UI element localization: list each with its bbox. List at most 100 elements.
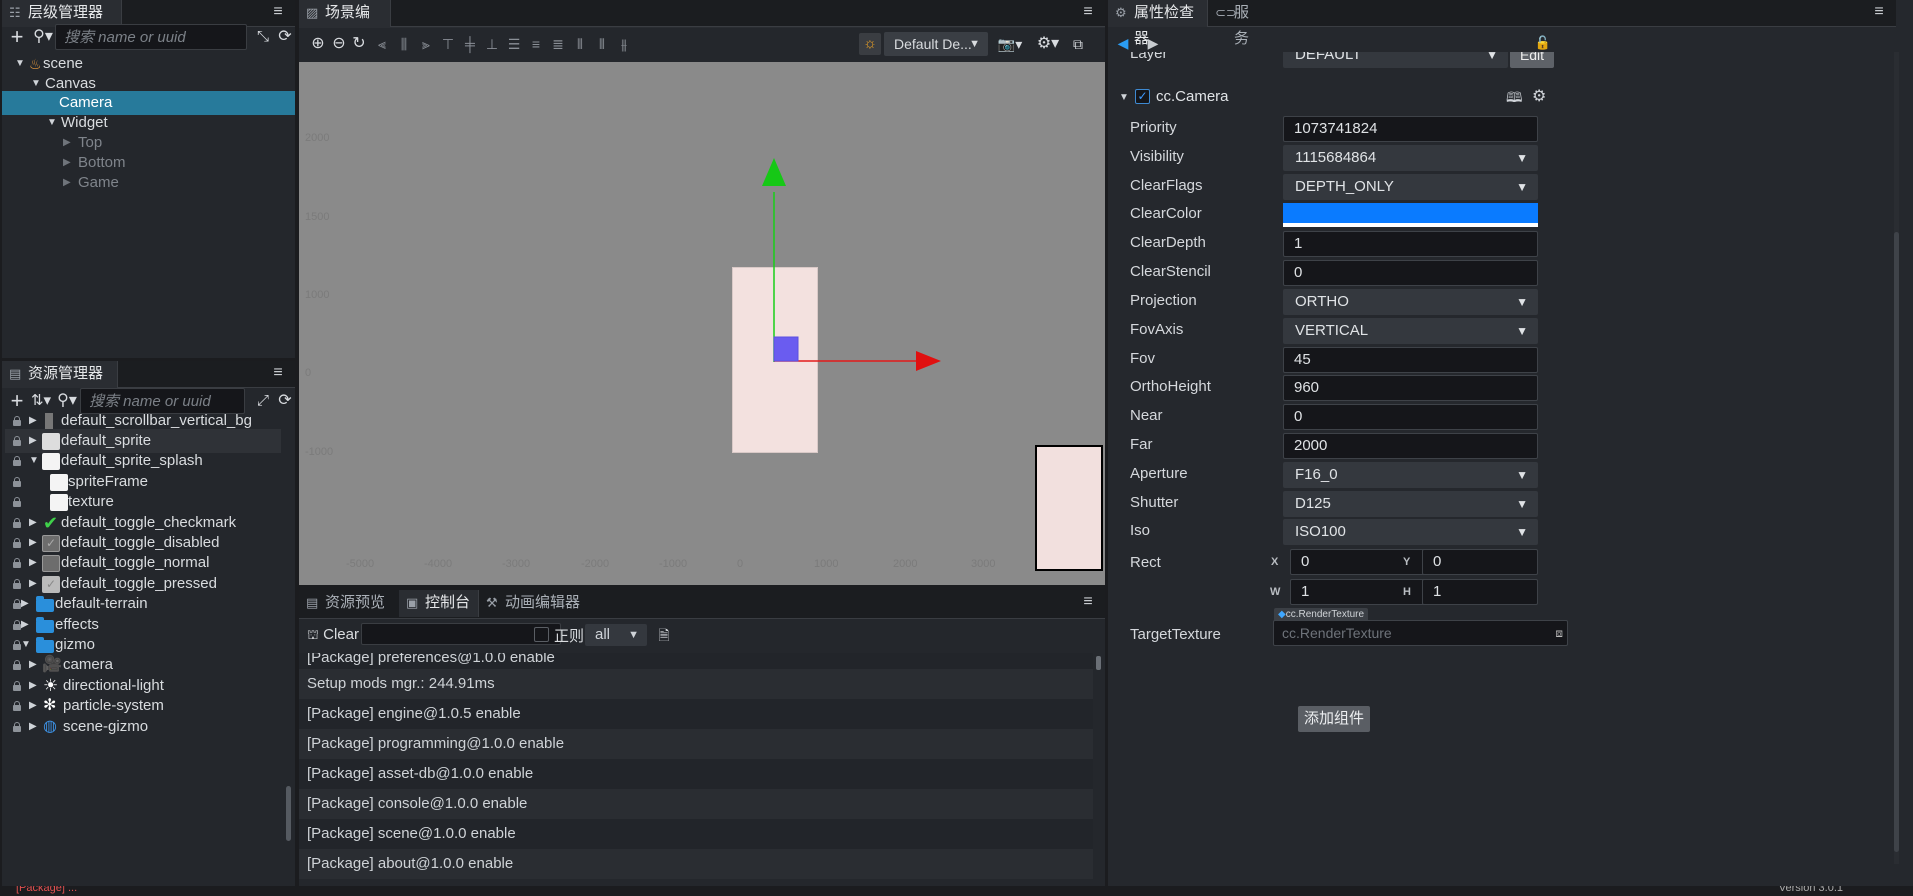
collapsed-arrow-icon[interactable]: ▶: [29, 436, 39, 446]
panel-menu-icon[interactable]: ≡: [1870, 3, 1888, 21]
expand-arrow-icon[interactable]: ▼: [31, 79, 41, 89]
collapsed-arrow-icon[interactable]: ▶: [29, 579, 39, 589]
sort-icon[interactable]: ⇅▾: [30, 390, 52, 412]
align-top-icon[interactable]: ⊤: [437, 33, 459, 55]
clearflags-select[interactable]: DEPTH_ONLY ▼: [1283, 174, 1538, 200]
align-left-icon[interactable]: ⫷: [371, 33, 393, 55]
tab-console[interactable]: ▣ 控制台: [399, 590, 479, 617]
clearcolor-swatch[interactable]: [1283, 203, 1538, 227]
expand-arrow-icon[interactable]: ▼: [29, 456, 39, 466]
target-texture-field[interactable]: cc.RenderTexture ⧈: [1273, 620, 1568, 646]
snap-icon[interactable]: ⧉: [1067, 33, 1089, 55]
align-bottom-icon[interactable]: ⊥: [481, 33, 503, 55]
lock-inspector-icon[interactable]: 🔓: [1532, 32, 1554, 54]
tab-services[interactable]: ⊂⊃ 服务: [1208, 0, 1270, 47]
distribute-left-icon[interactable]: ⦀: [569, 33, 591, 55]
collapse-all-icon[interactable]: ⤡: [252, 26, 274, 48]
add-asset-button[interactable]: +: [6, 390, 28, 412]
regex-checkbox[interactable]: [534, 627, 549, 642]
distribute-bottom-icon[interactable]: ≣: [547, 33, 569, 55]
panel-menu-icon[interactable]: ≡: [269, 364, 287, 382]
camera-settings-icon[interactable]: 📷▾: [996, 33, 1024, 55]
log-level-select[interactable]: all ▼: [585, 624, 647, 646]
cleardepth-input[interactable]: 1: [1283, 231, 1538, 257]
collapsed-arrow-icon[interactable]: ▶: [21, 620, 31, 630]
clearstencil-input[interactable]: 0: [1283, 260, 1538, 286]
collapsed-arrow-icon[interactable]: ▶: [63, 178, 73, 188]
component-settings-icon[interactable]: ⚙: [1532, 86, 1546, 106]
light-toggle-icon[interactable]: ☼: [859, 33, 881, 55]
collapsed-arrow-icon[interactable]: ▶: [29, 722, 39, 732]
forward-arrow-icon[interactable]: ▶: [1142, 32, 1164, 54]
near-input[interactable]: 0: [1283, 404, 1538, 430]
visibility-select[interactable]: 1115684864 ▼: [1283, 145, 1538, 171]
align-hcenter-icon[interactable]: ⫼: [393, 33, 415, 55]
hierarchy-search-input[interactable]: [55, 24, 247, 50]
tab-scene-editor[interactable]: ▨ 场景编辑器: [299, 0, 391, 47]
fov-input[interactable]: 45: [1283, 347, 1538, 373]
refresh-icon[interactable]: ⟳: [274, 26, 295, 48]
collapsed-arrow-icon[interactable]: ▶: [21, 599, 31, 609]
priority-input[interactable]: 1073741824: [1283, 116, 1538, 142]
expand-arrow-icon[interactable]: ▼: [47, 118, 57, 128]
gear-icon[interactable]: ⚙▾: [1034, 33, 1062, 55]
distribute-top-icon[interactable]: ☰: [503, 33, 525, 55]
asset-picker-icon[interactable]: ⧈: [1555, 621, 1563, 645]
panel-menu-icon[interactable]: ≡: [1079, 3, 1097, 21]
component-enabled-checkbox[interactable]: ✓: [1135, 89, 1150, 104]
inspector-scrollbar-thumb[interactable]: [1894, 232, 1899, 852]
rect-y-input[interactable]: 0: [1422, 549, 1538, 575]
search-type-icon[interactable]: ⚲▾: [56, 390, 78, 412]
fovaxis-select[interactable]: VERTICAL ▼: [1283, 318, 1538, 344]
assets-scrollbar[interactable]: [286, 786, 291, 841]
expand-all-icon[interactable]: ⤢: [252, 390, 274, 412]
expand-arrow-icon[interactable]: ▼: [1119, 92, 1129, 103]
projection-select[interactable]: ORTHO ▼: [1283, 289, 1538, 315]
iso-select[interactable]: ISO100 ▼: [1283, 519, 1538, 545]
panel-menu-icon[interactable]: ≡: [1079, 593, 1097, 611]
collapsed-arrow-icon[interactable]: ▶: [29, 538, 39, 548]
collapsed-arrow-icon[interactable]: ▶: [29, 701, 39, 711]
distribute-right-icon[interactable]: ⫵: [613, 33, 635, 55]
orthoheight-input[interactable]: 960: [1283, 375, 1538, 401]
collapsed-arrow-icon[interactable]: ▶: [63, 158, 73, 168]
aperture-select[interactable]: F16_0 ▼: [1283, 462, 1538, 488]
align-vcenter-icon[interactable]: ╪: [459, 33, 481, 55]
collapsed-arrow-icon[interactable]: ▶: [29, 660, 39, 670]
zoom-out-icon[interactable]: ⊖: [328, 33, 350, 55]
collapsed-arrow-icon[interactable]: ▶: [29, 518, 39, 528]
far-input[interactable]: 2000: [1283, 433, 1538, 459]
distribute-hcenter-icon[interactable]: ⫴: [591, 33, 613, 55]
reset-view-icon[interactable]: ↻: [348, 33, 370, 55]
collapsed-arrow-icon[interactable]: ▶: [63, 138, 73, 148]
help-doc-icon[interactable]: 🕮: [1506, 87, 1523, 111]
align-right-icon[interactable]: ⫸: [415, 33, 437, 55]
camera-component-header[interactable]: ▼ ✓ cc.Camera 🕮 ⚙: [1108, 82, 1568, 112]
distribute-vcenter-icon[interactable]: ≡: [525, 33, 547, 55]
expand-arrow-icon[interactable]: ▼: [21, 640, 31, 650]
panel-menu-icon[interactable]: ≡: [269, 3, 287, 21]
asset-item[interactable]: ▶ ◍ scene-gizmo: [5, 715, 281, 739]
refresh-icon[interactable]: ⟳: [274, 390, 295, 412]
inspector-scrollbar[interactable]: [1894, 52, 1899, 864]
scene-viewport[interactable]: 2000 1500 1000 0 -1000 -5000 -4000 -3000…: [299, 62, 1105, 585]
console-scrollbar[interactable]: [1096, 656, 1101, 670]
tab-animation-editor[interactable]: ⚒ 动画编辑器: [479, 590, 591, 617]
tab-assets[interactable]: ▤ 资源管理器: [2, 361, 118, 388]
tab-asset-preview[interactable]: ▤ 资源预览: [299, 590, 399, 617]
shutter-select[interactable]: D125 ▼: [1283, 491, 1538, 517]
layer-select[interactable]: DEFAULT ▼: [1283, 52, 1508, 68]
clear-button[interactable]: ⛫ Clear: [307, 624, 359, 646]
hierarchy-search-field[interactable]: [64, 25, 246, 49]
add-node-button[interactable]: +: [6, 26, 28, 48]
rect-h-input[interactable]: 1: [1422, 579, 1538, 605]
collapsed-arrow-icon[interactable]: ▶: [29, 558, 39, 568]
edit-layer-button[interactable]: Edit: [1510, 52, 1554, 68]
transform-gizmo[interactable]: [749, 152, 949, 392]
zoom-in-icon[interactable]: ⊕: [307, 33, 329, 55]
tree-node-game[interactable]: ▶ Game: [5, 171, 294, 195]
console-filter-input[interactable]: [361, 623, 561, 645]
back-arrow-icon[interactable]: ◀: [1112, 32, 1134, 54]
tab-inspector[interactable]: ⚙ 属性检查器: [1108, 0, 1208, 47]
add-component-button[interactable]: 添加组件: [1298, 706, 1370, 732]
